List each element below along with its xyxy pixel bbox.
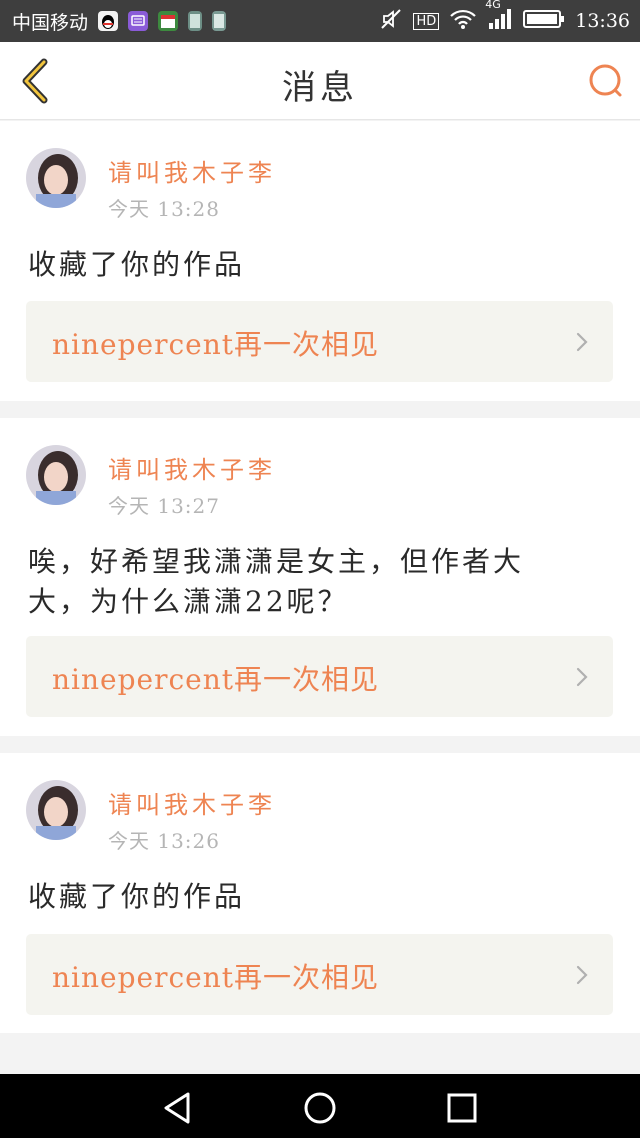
search-icon — [589, 64, 622, 97]
message-content: 收藏了你的作品 — [28, 880, 246, 913]
recents-square-icon — [447, 1093, 477, 1123]
mute-icon — [379, 7, 403, 36]
work-title: ninepercent再一次相见 — [52, 961, 380, 994]
message-time: 今天 13:26 — [108, 829, 220, 853]
search-button[interactable] — [586, 62, 626, 102]
clock: 13:36 — [575, 10, 630, 32]
avatar[interactable] — [26, 780, 86, 840]
battery-icon — [523, 8, 565, 35]
work-title: ninepercent再一次相见 — [52, 663, 380, 696]
back-triangle-icon — [164, 1092, 190, 1124]
doc-icon — [212, 11, 227, 31]
message-content: 收藏了你的作品 — [28, 248, 246, 281]
signal-icon: 4G — [485, 0, 513, 35]
status-bar: 中国移动 HD 4G 13:36 — [0, 0, 640, 42]
author-name[interactable]: 请叫我木子李 — [108, 450, 276, 485]
chat-icon — [128, 11, 149, 31]
work-title: ninepercent再一次相见 — [52, 328, 380, 361]
author-name[interactable]: 请叫我木子李 — [108, 785, 276, 820]
avatar[interactable] — [26, 148, 86, 208]
message-card[interactable]: 请叫我木子李 今天 13:28 收藏了你的作品 ninepercent再一次相见 — [0, 121, 640, 401]
hd-badge: HD — [413, 12, 440, 30]
calendar-icon — [158, 11, 179, 31]
home-button[interactable] — [300, 1088, 340, 1128]
avatar[interactable] — [26, 445, 86, 505]
author-name[interactable]: 请叫我木子李 — [108, 153, 276, 188]
chevron-right-icon — [576, 332, 588, 352]
carrier-name: 中国移动 — [12, 11, 89, 34]
system-back-button[interactable] — [158, 1088, 198, 1128]
page-title: 消息 — [282, 68, 358, 108]
message-card[interactable]: 请叫我木子李 今天 13:26 收藏了你的作品 ninepercent再一次相见 — [0, 753, 640, 1033]
wifi-icon — [449, 8, 477, 35]
work-link[interactable]: ninepercent再一次相见 — [26, 636, 613, 717]
message-time: 今天 13:27 — [108, 494, 220, 518]
network-type: 4G — [485, 0, 501, 11]
work-link[interactable]: ninepercent再一次相见 — [26, 301, 613, 382]
message-time: 今天 13:28 — [108, 197, 220, 221]
sim-icon — [188, 11, 203, 31]
chevron-right-icon — [576, 965, 588, 985]
recents-button[interactable] — [442, 1088, 482, 1128]
message-content: 唉，好希望我潇潇是女主，但作者大大，为什么潇潇22呢？ — [28, 545, 525, 618]
message-card[interactable]: 请叫我木子李 今天 13:27 唉，好希望我潇潇是女主，但作者大大，为什么潇潇2… — [0, 418, 640, 736]
work-link[interactable]: ninepercent再一次相见 — [26, 934, 613, 1015]
home-circle-icon — [304, 1092, 336, 1124]
system-navigation-bar — [0, 1074, 640, 1138]
qq-icon — [98, 11, 119, 31]
top-navbar: 消息 — [0, 42, 640, 120]
chevron-right-icon — [576, 667, 588, 687]
